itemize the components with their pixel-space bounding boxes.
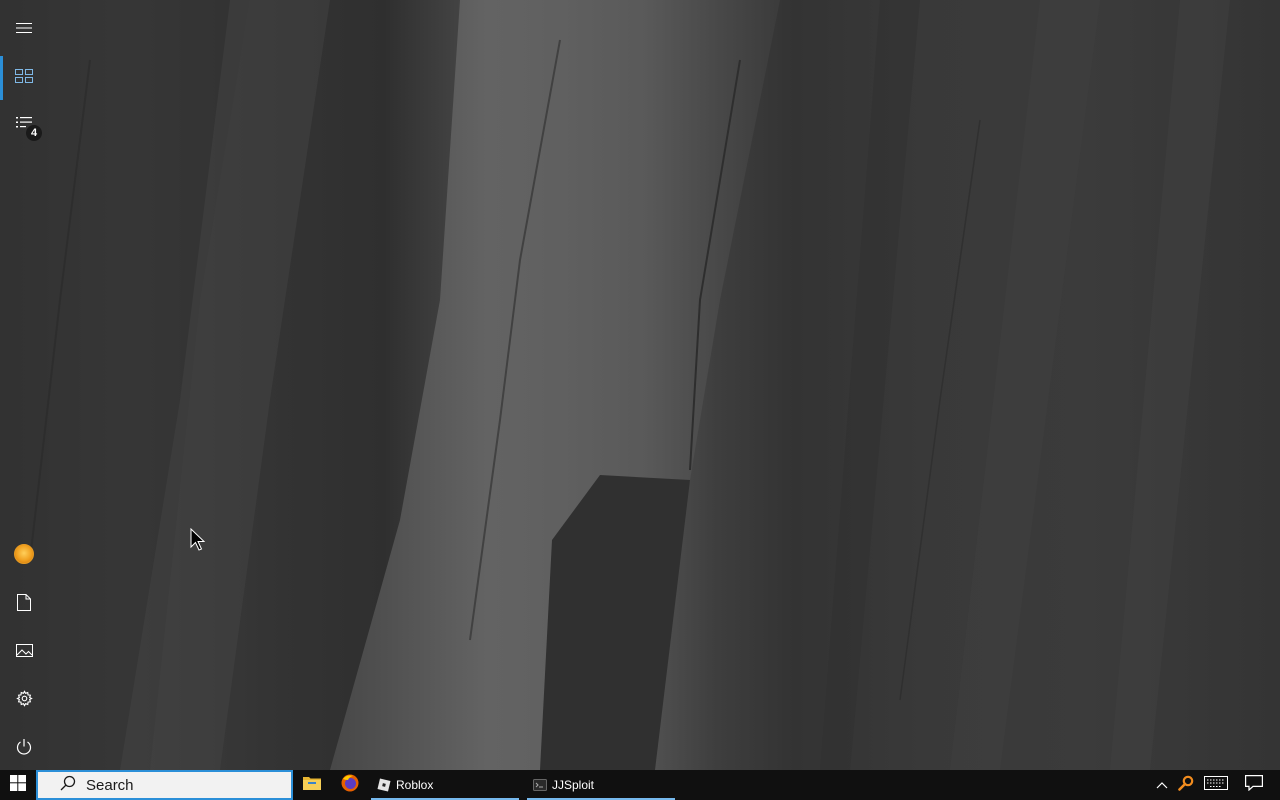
touch-keyboard-button[interactable] (1198, 770, 1234, 800)
taskbar-search-input[interactable]: Search (36, 770, 293, 800)
gear-icon (15, 689, 33, 707)
apps-count-badge: 4 (26, 125, 42, 141)
keyboard-icon (1204, 775, 1228, 795)
tiles-button[interactable] (0, 52, 48, 100)
power-icon (16, 738, 32, 755)
file-explorer-button[interactable] (293, 770, 331, 800)
all-apps-button[interactable]: 4 (0, 100, 48, 148)
tiles-icon (15, 69, 33, 83)
jjsploit-icon (533, 778, 547, 792)
taskbar: Search Roblox JJSploit (0, 770, 1280, 800)
search-tool-tray-button[interactable] (1174, 770, 1198, 800)
documents-button[interactable] (0, 578, 48, 626)
firefox-button[interactable] (331, 770, 369, 800)
expand-menu-button[interactable] (0, 4, 48, 52)
pictures-button[interactable] (0, 626, 48, 674)
taskbar-app-label: Roblox (396, 778, 434, 792)
avatar (14, 544, 34, 564)
search-icon (60, 775, 76, 795)
show-hidden-icons-button[interactable] (1150, 770, 1174, 800)
taskbar-app-jjsploit[interactable]: JJSploit (525, 770, 677, 800)
action-center-button[interactable] (1234, 770, 1274, 800)
roblox-icon (377, 778, 391, 792)
mouse-cursor-icon (190, 527, 206, 552)
taskbar-app-label: JJSploit (552, 778, 595, 792)
file-explorer-icon (303, 775, 321, 795)
power-button[interactable] (0, 722, 48, 770)
search-placeholder: Search (86, 776, 134, 794)
system-tray (1150, 770, 1280, 800)
search-tool-icon (1178, 775, 1194, 796)
taskbar-app-roblox[interactable]: Roblox (369, 770, 521, 800)
hamburger-icon (16, 22, 32, 34)
firefox-icon (341, 774, 359, 797)
desktop-wallpaper (0, 0, 1280, 770)
user-account-button[interactable] (0, 530, 48, 578)
windows-logo-icon (10, 774, 26, 796)
settings-button[interactable] (0, 674, 48, 722)
chevron-up-icon (1156, 776, 1168, 794)
document-icon (17, 593, 31, 611)
picture-icon (15, 643, 33, 657)
start-button[interactable] (0, 770, 36, 800)
start-menu-rail: 4 (0, 0, 48, 770)
notification-icon (1245, 774, 1263, 796)
